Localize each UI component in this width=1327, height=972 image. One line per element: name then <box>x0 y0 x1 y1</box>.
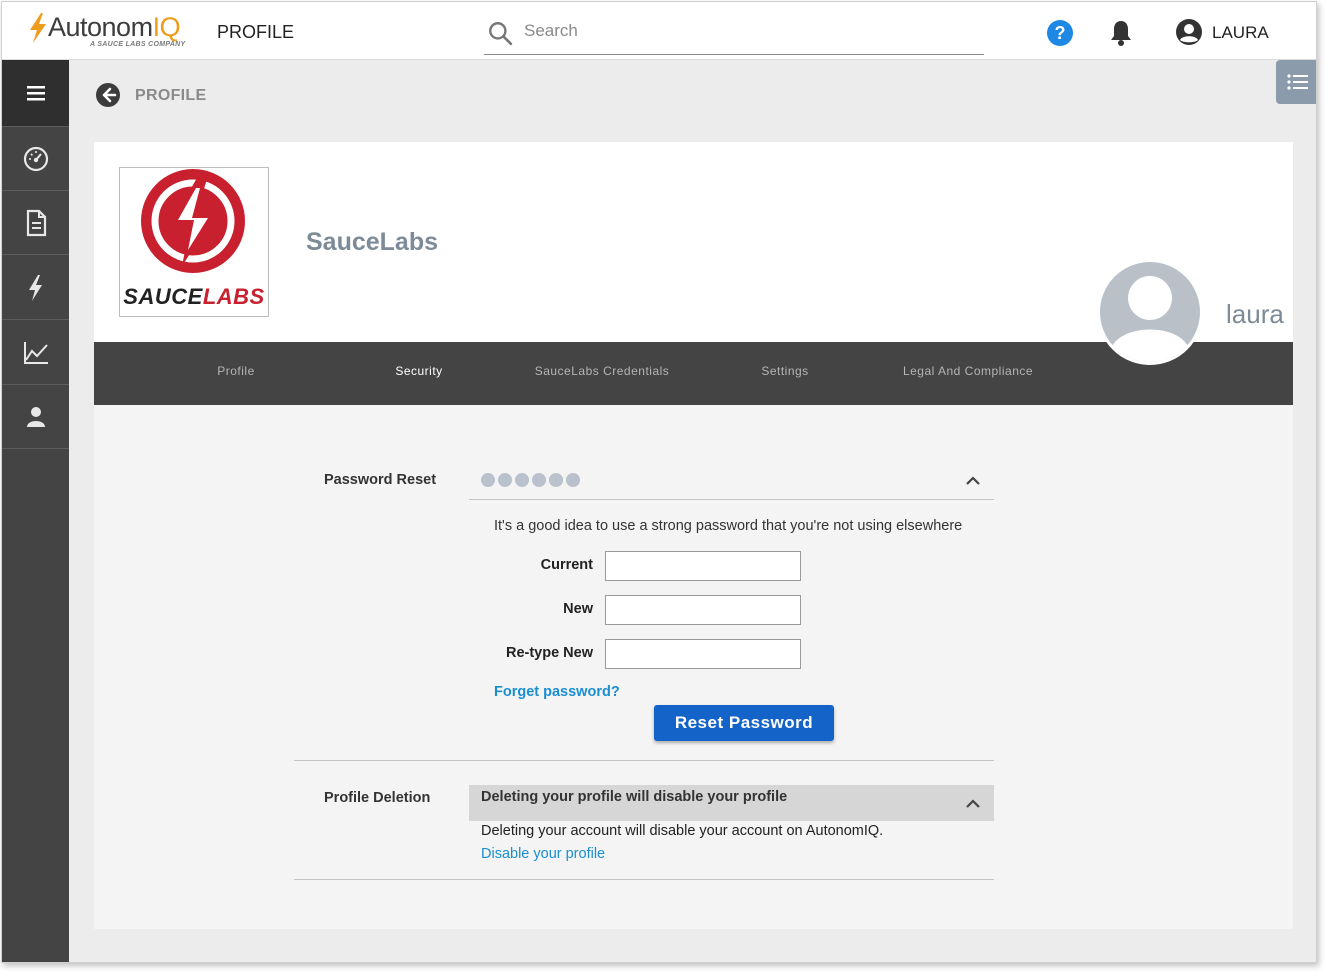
sidebar-item-executions[interactable] <box>2 256 69 320</box>
forget-password-link[interactable]: Forget password? <box>494 684 620 700</box>
sidebar-item-menu[interactable] <box>2 60 69 127</box>
sidebar-item-users[interactable] <box>2 385 69 449</box>
bell-icon[interactable] <box>1109 19 1133 47</box>
tab-legal-and-compliance[interactable]: Legal And Compliance <box>868 364 1068 378</box>
chevron-up-icon[interactable] <box>965 798 981 808</box>
disable-profile-link[interactable]: Disable your profile <box>481 846 605 862</box>
profile-username: laura <box>1226 299 1284 329</box>
search-icon[interactable] <box>487 20 513 46</box>
new-password-label: New <box>563 601 593 617</box>
panel-toggle-button[interactable] <box>1276 60 1316 104</box>
hamburger-icon <box>26 86 45 101</box>
bolt-logo-icon <box>30 13 46 43</box>
password-hint: It's a good idea to use a strong passwor… <box>494 518 963 534</box>
section-divider <box>294 760 994 761</box>
password-reset-label: Password Reset <box>324 472 437 488</box>
svg-text:?: ? <box>1055 23 1066 43</box>
line-chart-icon <box>23 341 48 364</box>
profile-deletion-label: Profile Deletion <box>324 790 431 806</box>
profile-deletion-header[interactable]: Deleting your profile will disable your … <box>469 785 994 821</box>
breadcrumb-title: PROFILE <box>135 87 207 104</box>
lightning-icon <box>28 274 42 301</box>
page-label: PROFILE <box>217 22 295 42</box>
document-icon <box>26 209 46 236</box>
profile-deletion-heading: Deleting your profile will disable your … <box>481 789 788 805</box>
brand-logo[interactable]: AutonomIQ A SAUCE LABS COMPANY <box>28 12 198 52</box>
user-avatar[interactable] <box>1097 259 1203 365</box>
list-icon <box>1287 74 1308 90</box>
current-password-field[interactable] <box>605 551 801 581</box>
brand-name: AutonomIQ <box>48 12 181 42</box>
new-password-field[interactable] <box>605 595 801 625</box>
search-input[interactable] <box>524 18 964 44</box>
tab-saucelabs-credentials[interactable]: SauceLabs Credentials <box>502 364 702 378</box>
user-name[interactable]: LAURA <box>1212 23 1269 43</box>
profile-deletion-description: Deleting your account will disable your … <box>481 823 884 839</box>
tab-security[interactable]: Security <box>319 364 519 378</box>
help-icon[interactable]: ? <box>1046 19 1074 47</box>
account-icon[interactable] <box>1175 18 1203 46</box>
masked-password <box>481 473 580 487</box>
tab-settings[interactable]: Settings <box>685 364 885 378</box>
sidebar-item-reports[interactable] <box>2 321 69 385</box>
retype-password-label: Re-type New <box>505 645 593 661</box>
reset-password-button[interactable]: Reset Password <box>654 705 834 741</box>
section-divider <box>294 879 994 880</box>
brand-tagline: A SAUCE LABS COMPANY <box>90 41 186 48</box>
speedometer-icon <box>23 146 48 171</box>
back-arrow-icon[interactable] <box>95 82 121 108</box>
profile-tabs: Profile Security SauceLabs Credentials S… <box>94 342 1293 405</box>
organization-name: SauceLabs <box>306 228 439 256</box>
current-password-label: Current <box>540 557 593 573</box>
profile-card: SAUCELABS SauceLabs laura Profile Securi… <box>94 142 1293 929</box>
retype-password-field[interactable] <box>605 639 801 669</box>
saucelabs-wordmark: SAUCELABS <box>123 284 265 309</box>
organization-logo: SAUCELABS <box>119 167 269 317</box>
tab-profile[interactable]: Profile <box>136 364 336 378</box>
top-bar: AutonomIQ A SAUCE LABS COMPANY PROFILE ?… <box>2 2 1316 60</box>
saucelabs-logo-icon <box>141 169 245 273</box>
person-icon <box>26 406 45 427</box>
search-bar <box>484 14 984 55</box>
sidebar <box>2 60 69 962</box>
sidebar-item-dashboard[interactable] <box>2 127 69 191</box>
sidebar-item-documents[interactable] <box>2 191 69 255</box>
avatar-placeholder-icon <box>1110 276 1190 362</box>
chevron-up-icon[interactable] <box>965 475 981 485</box>
password-reset-header[interactable] <box>469 460 994 500</box>
app-window: AutonomIQ A SAUCE LABS COMPANY PROFILE ?… <box>1 1 1317 963</box>
